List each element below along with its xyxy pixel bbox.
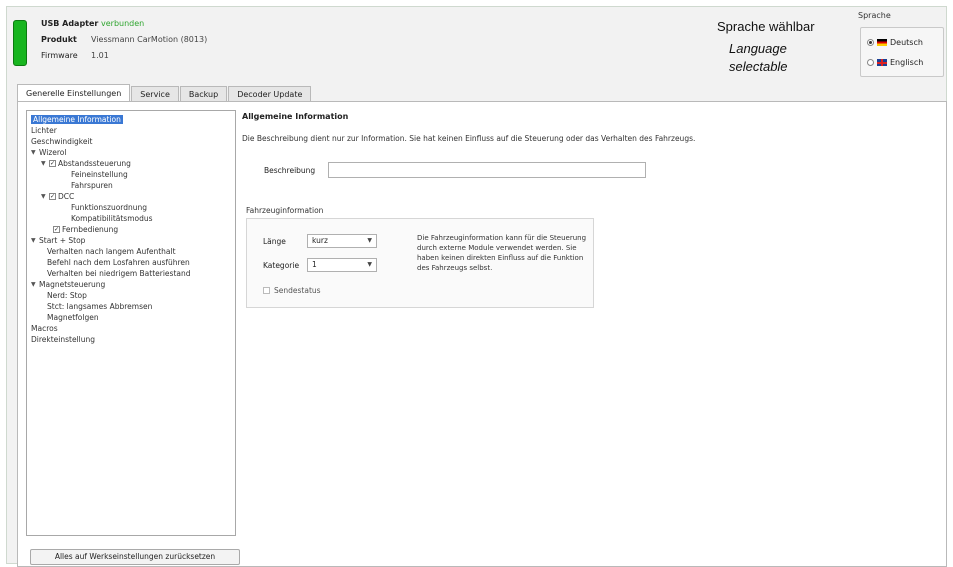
tree-item-label: Feineinstellung — [71, 170, 128, 179]
expand-arrow-icon[interactable]: ▼ — [31, 280, 37, 289]
description-input[interactable] — [328, 162, 646, 178]
vehicle-info-note: Die Fahrzeuginformation kann für die Ste… — [417, 234, 587, 272]
tree-item-direct-setting[interactable]: Direkteinstellung — [31, 335, 95, 344]
tree-item-long-stay[interactable]: Verhalten nach langem Aufenthalt — [47, 247, 176, 256]
tree-item-magnet-sequences[interactable]: Magnetfolgen — [47, 313, 99, 322]
tree-item-label: Stct: langsames Abbremsen — [47, 302, 153, 311]
tree-item-magnet-control[interactable]: ▼ Magnetsteuerung — [31, 280, 105, 289]
connection-status-indicator — [13, 20, 27, 66]
section-title: Allgemeine Information — [242, 112, 349, 121]
tree-item-command-after-start[interactable]: Befehl nach dem Losfahren ausführen — [47, 258, 190, 267]
chevron-down-icon: ▼ — [367, 237, 372, 244]
tree-item-nerd-stop[interactable]: Nerd: Stop — [47, 291, 87, 300]
product-label: Produkt — [41, 35, 77, 44]
settings-tree: Allgemeine Information Lichter Geschwind… — [26, 110, 236, 536]
flag-gb-icon — [877, 59, 887, 66]
tree-item-distance-control[interactable]: ▼ ✓ Abstandssteuerung — [41, 159, 131, 168]
checkbox-checked-icon[interactable]: ✓ — [49, 193, 56, 200]
expand-arrow-icon[interactable]: ▼ — [31, 236, 37, 245]
radio-unselected-icon[interactable] — [867, 59, 874, 66]
firmware-label: Firmware — [41, 51, 78, 60]
tab-service[interactable]: Service — [131, 86, 179, 102]
checkbox-checked-icon[interactable]: ✓ — [49, 160, 56, 167]
sender-status-label: Sendestatus — [274, 286, 321, 295]
tree-item-wizerol[interactable]: ▼ Wizerol — [31, 148, 66, 157]
tree-item-label: Fahrspuren — [71, 181, 113, 190]
language-option-label: Deutsch — [890, 38, 923, 47]
tree-item-label: DCC — [58, 192, 75, 201]
tree-item-function-mapping[interactable]: Funktionszuordnung — [71, 203, 147, 212]
section-description: Die Beschreibung dient nur zur Informati… — [242, 134, 696, 143]
checkbox-unchecked-icon[interactable] — [263, 287, 270, 294]
flag-de-icon — [877, 39, 887, 46]
tree-item-label: Start + Stop — [39, 236, 86, 245]
tree-item-label: Funktionszuordnung — [71, 203, 148, 212]
tree-item-label: Fernbedienung — [62, 225, 119, 234]
adapter-status: verbunden — [101, 19, 145, 28]
annotation-english-line1: Language — [729, 41, 787, 56]
tab-general-settings[interactable]: Generelle Einstellungen — [17, 84, 131, 102]
reset-to-factory-button[interactable]: Alles auf Werkseinstellungen zurücksetze… — [30, 549, 240, 565]
expand-arrow-icon[interactable]: ▼ — [41, 159, 47, 168]
tab-backup[interactable]: Backup — [179, 86, 228, 102]
firmware-value: 1.01 — [91, 51, 109, 60]
tree-item-lights[interactable]: Lichter — [31, 126, 57, 135]
adapter-label: USB Adapter — [41, 19, 99, 28]
expand-arrow-icon[interactable]: ▼ — [31, 148, 37, 157]
length-label: Länge — [263, 237, 286, 246]
tree-item-general-information[interactable]: Allgemeine Information — [31, 115, 123, 124]
sender-status-checkbox[interactable]: Sendestatus — [263, 286, 321, 295]
tree-item-label: Geschwindigkeit — [31, 137, 93, 146]
category-select-value: 1 — [312, 260, 317, 269]
tree-item-remote-control[interactable]: ✓ Fernbedienung — [53, 225, 118, 234]
tree-item-label: Macros — [31, 324, 58, 333]
annotation-english: Language selectable — [729, 40, 788, 76]
checkbox-checked-icon[interactable]: ✓ — [53, 226, 60, 233]
tree-item-slow-brake[interactable]: Stct: langsames Abbremsen — [47, 302, 152, 311]
tree-item-label: Befehl nach dem Losfahren ausführen — [47, 258, 190, 267]
tree-item-label: Direkteinstellung — [31, 335, 96, 344]
tree-item-compatibility-mode[interactable]: Kompatibilitätsmodus — [71, 214, 153, 223]
tree-item-label: Nerd: Stop — [47, 291, 87, 300]
tab-bar: Generelle Einstellungen Service Backup D… — [17, 84, 312, 102]
vehicle-info-group-title: Fahrzeuginformation — [246, 206, 324, 215]
description-label: Beschreibung — [264, 166, 316, 175]
tree-item-label: Kompatibilitätsmodus — [71, 214, 153, 223]
tree-item-start-stop[interactable]: ▼ Start + Stop — [31, 236, 85, 245]
tree-item-dcc[interactable]: ▼ ✓ DCC — [41, 192, 74, 201]
language-group-title: Sprache — [858, 11, 891, 20]
chevron-down-icon: ▼ — [367, 261, 372, 268]
length-select-value: kurz — [312, 236, 328, 245]
tree-item-label: Lichter — [31, 126, 57, 135]
tree-item-label: Abstandssteuerung — [58, 159, 131, 168]
tree-item-label: Verhalten bei niedrigem Batteriestand — [47, 269, 191, 278]
tree-item-label: Magnetsteuerung — [39, 280, 106, 289]
tree-item-lanes[interactable]: Fahrspuren — [71, 181, 113, 190]
tree-item-label: Magnetfolgen — [47, 313, 99, 322]
tree-item-macros[interactable]: Macros — [31, 324, 58, 333]
tree-item-label: Wizerol — [39, 148, 67, 157]
app-window: USB Adapter verbunden Produkt Viessmann … — [6, 6, 947, 567]
language-option-label: Englisch — [890, 58, 924, 67]
tab-panel-general-settings: Allgemeine Information Lichter Geschwind… — [17, 101, 947, 567]
language-option-englisch[interactable]: Englisch — [867, 58, 923, 67]
language-selector: Deutsch Englisch — [860, 27, 944, 77]
tree-item-fine-tuning[interactable]: Feineinstellung — [71, 170, 128, 179]
category-label: Kategorie — [263, 261, 300, 270]
annotation-german: Sprache wählbar — [717, 19, 815, 34]
tree-item-label: Verhalten nach langem Aufenthalt — [47, 247, 176, 256]
tree-item-speed[interactable]: Geschwindigkeit — [31, 137, 93, 146]
annotation-english-line2: selectable — [729, 59, 788, 74]
product-value: Viessmann CarMotion (8013) — [91, 35, 208, 44]
language-option-deutsch[interactable]: Deutsch — [867, 38, 923, 47]
radio-selected-icon[interactable] — [867, 39, 874, 46]
tree-item-low-battery[interactable]: Verhalten bei niedrigem Batteriestand — [47, 269, 191, 278]
tab-decoder-update[interactable]: Decoder Update — [228, 86, 312, 102]
expand-arrow-icon[interactable]: ▼ — [41, 192, 47, 201]
length-select[interactable]: kurz ▼ — [307, 234, 377, 248]
vehicle-info-group: Länge kurz ▼ Kategorie 1 ▼ Sendestatus D… — [246, 218, 594, 308]
tree-item-label: Allgemeine Information — [33, 115, 121, 124]
category-select[interactable]: 1 ▼ — [307, 258, 377, 272]
